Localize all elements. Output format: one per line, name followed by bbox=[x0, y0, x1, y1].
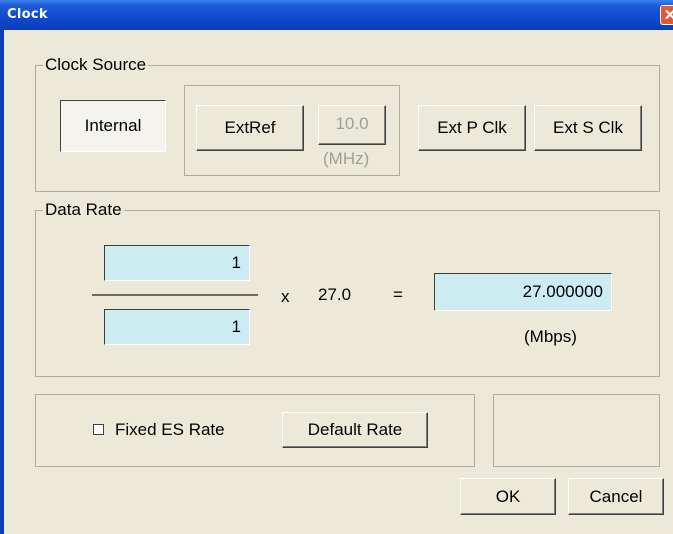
numerator-input[interactable]: 1 bbox=[104, 245, 250, 281]
cancel-button-label: Cancel bbox=[589, 487, 643, 506]
extref-frequency-unit: (MHz) bbox=[323, 149, 370, 168]
close-icon: ✕ bbox=[663, 7, 673, 24]
clock-dialog: Clock ✕ Clock Source Internal ExtRef 10.… bbox=[0, 0, 673, 534]
ext-s-clk-button-label: Ext S Clk bbox=[553, 118, 623, 137]
title-bar[interactable]: Clock ✕ bbox=[0, 0, 673, 30]
extref-frequency-button[interactable]: 10.0 bbox=[318, 105, 386, 145]
fixed-es-rate-label: Fixed ES Rate bbox=[115, 420, 225, 439]
window-title: Clock bbox=[7, 7, 48, 22]
base-rate-value: 27.0 bbox=[318, 285, 352, 304]
fraction-bar bbox=[92, 294, 258, 296]
result-value: 27.000000 bbox=[522, 282, 603, 301]
extref-button[interactable]: ExtRef bbox=[196, 105, 304, 151]
numerator-value: 1 bbox=[231, 253, 241, 272]
equals-sign: = bbox=[393, 285, 403, 304]
default-rate-button-label: Default Rate bbox=[307, 420, 403, 439]
fixed-es-rate-checkbox[interactable] bbox=[93, 424, 104, 435]
cancel-button[interactable]: Cancel bbox=[568, 478, 664, 515]
extref-button-label: ExtRef bbox=[224, 118, 276, 137]
denominator-value: 1 bbox=[231, 317, 241, 336]
default-rate-button[interactable]: Default Rate bbox=[282, 412, 428, 448]
internal-button-label: Internal bbox=[84, 116, 142, 135]
ok-button-label: OK bbox=[495, 487, 521, 506]
ok-button[interactable]: OK bbox=[460, 478, 556, 515]
ext-p-clk-button[interactable]: Ext P Clk bbox=[418, 105, 526, 151]
window-frame bbox=[0, 30, 4, 534]
ext-s-clk-button[interactable]: Ext S Clk bbox=[534, 105, 642, 151]
status-panel bbox=[493, 394, 660, 467]
ext-p-clk-button-label: Ext P Clk bbox=[437, 118, 507, 137]
close-button[interactable]: ✕ bbox=[660, 5, 673, 25]
internal-button[interactable]: Internal bbox=[60, 100, 166, 152]
denominator-input[interactable]: 1 bbox=[104, 309, 250, 345]
extref-frequency-value: 10.0 bbox=[335, 114, 369, 133]
multiply-sign: x bbox=[281, 287, 290, 306]
result-field[interactable]: 27.000000 bbox=[434, 273, 612, 311]
clock-source-legend: Clock Source bbox=[43, 55, 149, 75]
result-unit: (Mbps) bbox=[524, 327, 577, 346]
data-rate-legend: Data Rate bbox=[43, 200, 124, 220]
